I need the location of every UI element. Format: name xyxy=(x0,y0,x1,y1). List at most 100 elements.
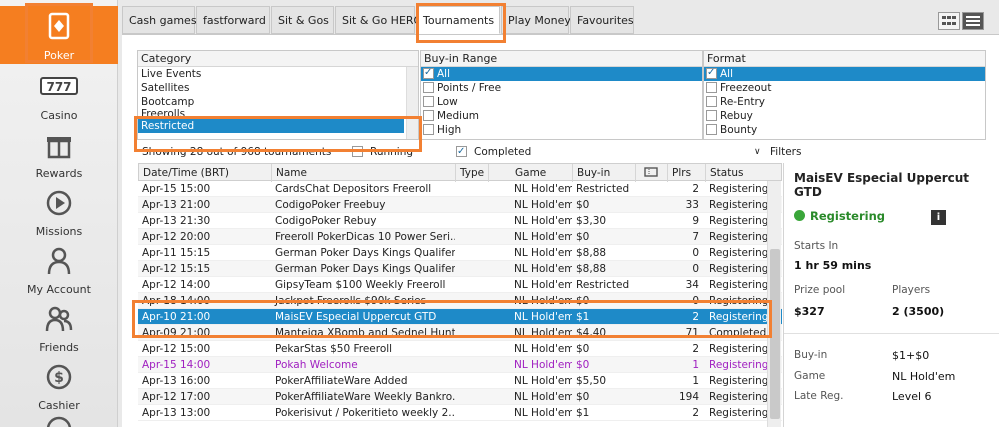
col-date-time[interactable]: Date/Time (BRT) xyxy=(139,164,272,182)
col-name[interactable]: Name xyxy=(272,164,456,182)
category-item-bootcamp[interactable]: Bootcamp xyxy=(138,95,418,109)
sidebar-item-poker[interactable]: Poker xyxy=(0,6,118,64)
cell-game: NL Hold'em xyxy=(514,231,572,243)
checkbox[interactable] xyxy=(423,124,434,135)
cell-date: Apr-18 14:00 xyxy=(142,295,211,307)
svg-text:$: $ xyxy=(54,370,64,386)
col-status[interactable]: Status xyxy=(706,164,783,182)
checkbox[interactable] xyxy=(423,66,434,80)
buyin-item-high[interactable]: High xyxy=(421,123,702,137)
table-row[interactable]: Apr-11 15:15 German Poker Days Kings Qual… xyxy=(138,245,782,261)
format-item-freezeout[interactable]: Freezeout xyxy=(704,81,985,95)
cell-type xyxy=(455,197,488,213)
category-item-freerolls[interactable]: Freerolls xyxy=(138,109,418,119)
sidebar-item-rewards[interactable]: Rewards xyxy=(0,124,118,182)
cell-name: Freeroll PokerDicas 10 Power Seri... xyxy=(275,231,455,243)
filters-toggle[interactable]: Filters xyxy=(770,144,801,160)
sidebar-item-missions[interactable]: Missions xyxy=(0,182,118,240)
dollar-coin-icon: $ xyxy=(44,362,74,392)
checkbox[interactable] xyxy=(423,96,434,107)
cell-date: Apr-12 15:00 xyxy=(142,343,211,355)
cell-type xyxy=(455,245,488,261)
checkbox[interactable] xyxy=(423,82,434,93)
starts-in-value: 1 hr 59 mins xyxy=(794,259,872,272)
list-view-toggle[interactable] xyxy=(962,12,984,30)
checkbox[interactable] xyxy=(706,66,717,80)
tab-cash-games[interactable]: Cash games xyxy=(122,6,197,34)
checkbox[interactable] xyxy=(423,110,434,121)
table-row[interactable]: Apr-13 21:00 CodigoPoker Freebuy NL Hold'e… xyxy=(138,197,782,213)
buyin-item-low[interactable]: Low xyxy=(421,95,702,109)
running-checkbox[interactable] xyxy=(352,146,363,157)
scrollbar-thumb[interactable] xyxy=(770,249,780,419)
col-players[interactable]: Plrs xyxy=(668,164,706,182)
sidebar-item-cashier[interactable]: $ Cashier xyxy=(0,356,118,414)
checkbox[interactable] xyxy=(706,110,717,121)
cell-plrs: 1 xyxy=(692,359,699,371)
table-row[interactable]: Apr-18 14:00 Jackpot Freerolls $90k Serie… xyxy=(138,293,782,309)
format-item-rebuy[interactable]: Rebuy xyxy=(704,109,985,123)
buyin-header: Buy-in Range xyxy=(421,51,702,67)
table-row[interactable]: Apr-12 17:00 PokerAffiliateWare Weekly Ba… xyxy=(138,389,782,405)
tab-play-money[interactable]: Play Money xyxy=(501,6,571,34)
format-item-bounty[interactable]: Bounty xyxy=(704,123,985,137)
completed-checkbox[interactable] xyxy=(456,144,467,160)
table-row[interactable]: Apr-13 13:00 Pokerisivut / Pokeritieto we… xyxy=(138,405,782,421)
cell-name: GipsyTeam $100 Weekly Freeroll xyxy=(275,279,446,291)
cell-name: PekarStas $50 Freeroll xyxy=(275,343,393,355)
cell-date: Apr-12 20:00 xyxy=(142,231,211,243)
tab-tournaments[interactable]: Tournaments xyxy=(416,6,500,34)
category-item-satellites[interactable]: Satellites xyxy=(138,81,418,95)
table-row[interactable]: Apr-12 14:00 GipsyTeam $100 Weekly Freero… xyxy=(138,277,782,293)
cell-name: CodigoPoker Freebuy xyxy=(275,199,386,211)
cell-name: CardsChat Depositors Freeroll xyxy=(275,183,432,195)
format-filter: Format All Freezeout Re-Entry Rebuy Boun… xyxy=(703,50,986,140)
buyin-item-medium[interactable]: Medium xyxy=(421,109,702,123)
category-scrollbar[interactable] xyxy=(406,67,418,139)
chevron-down-icon[interactable]: ∨ xyxy=(754,144,761,160)
checkbox[interactable] xyxy=(706,82,717,93)
tab-sit-and-go-hero[interactable]: Sit & Go HERO xyxy=(335,6,422,34)
table-row[interactable]: Apr-15 14:00 Pokah Welcome NL Hold'em $0 1 Re… xyxy=(138,357,782,373)
category-item-restricted[interactable]: Restricted ▼ xyxy=(138,119,418,133)
cell-name: German Poker Days Kings Qualifer xyxy=(275,263,455,275)
col-game[interactable]: Game xyxy=(489,164,573,182)
sidebar-item-casino[interactable]: 777 Casino xyxy=(0,66,118,124)
table-row[interactable]: Apr-10 21:00 MaisEV Especial Uppercut GTD… xyxy=(138,309,782,325)
checkbox[interactable] xyxy=(706,96,717,107)
tab-fastforward[interactable]: fastforward xyxy=(196,6,270,34)
col-buyin[interactable]: Buy-in xyxy=(573,164,636,182)
category-filter: Category Live Events Satellites Bootcamp… xyxy=(137,50,419,140)
category-item-live-events[interactable]: Live Events xyxy=(138,67,418,81)
cell-name: PokerAffiliateWare Weekly Bankro... xyxy=(275,391,455,403)
slot-777-icon: 777 xyxy=(40,72,78,102)
tab-sit-and-gos[interactable]: Sit & Gos xyxy=(271,6,334,34)
format-item-re-entry[interactable]: Re-Entry xyxy=(704,95,985,109)
buyin-item-all[interactable]: All xyxy=(421,66,702,81)
format-item-all[interactable]: All xyxy=(704,66,985,81)
buyin-item-points-free[interactable]: Points / Free xyxy=(421,81,702,95)
table-row[interactable]: Apr-13 16:00 PokerAffiliateWare Added NL H… xyxy=(138,373,782,389)
sidebar-item-friends[interactable]: Friends xyxy=(0,298,118,356)
table-row[interactable]: Apr-12 15:00 PekarStas $50 Freeroll NL Hol… xyxy=(138,341,782,357)
cell-game: NL Hold'em xyxy=(514,247,572,259)
checkbox[interactable] xyxy=(706,124,717,135)
table-row[interactable]: Apr-13 21:30 CodigoPoker Rebuy NL Hold'em $… xyxy=(138,213,782,229)
info-icon[interactable]: i xyxy=(931,210,946,225)
showing-count: Showing 28 out of 968 tournaments xyxy=(142,146,332,158)
table-row[interactable]: Apr-15 15:00 CardsChat Depositors Freerol… xyxy=(138,181,782,197)
cell-date: Apr-10 21:00 xyxy=(142,311,211,323)
cell-type xyxy=(455,373,488,389)
table-row[interactable]: Apr-12 20:00 Freeroll PokerDicas 10 Power… xyxy=(138,229,782,245)
table-scrollbar[interactable] xyxy=(767,181,781,427)
sidebar-item-my-account[interactable]: My Account xyxy=(0,240,118,298)
cell-plrs: 1 xyxy=(692,375,699,387)
table-row[interactable]: Apr-12 15:15 German Poker Days Kings Qual… xyxy=(138,261,782,277)
tab-favourites[interactable]: Favourites xyxy=(570,6,634,34)
cell-game: NL Hold'em xyxy=(514,407,572,419)
col-ticket[interactable] xyxy=(636,164,668,182)
players-label: Players xyxy=(892,284,931,296)
col-type[interactable]: Type xyxy=(456,164,489,182)
table-row[interactable]: Apr-09 21:00 Manteiga XBomb and Sednel Hu… xyxy=(138,325,782,341)
grid-view-toggle[interactable] xyxy=(938,12,960,30)
